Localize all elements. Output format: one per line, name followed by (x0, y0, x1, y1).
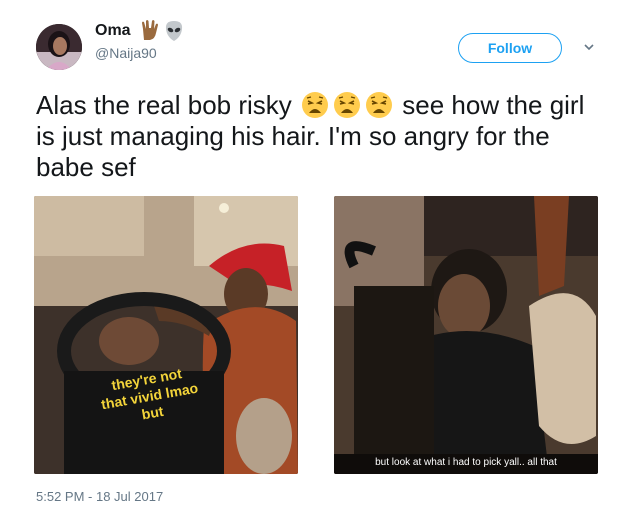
alien-emoji (164, 20, 184, 42)
tweet-photo-1[interactable] (34, 196, 298, 474)
tweet-text-part1: Alas the real bob risky (36, 90, 292, 120)
photo-caption-right: but look at what i had to pick yall.. al… (375, 457, 557, 468)
tweet-photo-2[interactable] (334, 196, 598, 474)
weary-face-emoji (333, 91, 361, 119)
weary-face-emoji (301, 91, 329, 119)
weary-face-emoji (365, 91, 393, 119)
tweet-card: Oma @Naija90 Follow Alas the real bob ri… (0, 0, 632, 514)
chevron-down-icon[interactable] (582, 40, 596, 54)
follow-button[interactable]: Follow (458, 33, 562, 63)
vulcan-salute-emoji (140, 19, 160, 41)
tweet-text: Alas the real bob risky see how the girl… (36, 90, 606, 183)
display-name[interactable]: Oma (95, 22, 131, 40)
avatar[interactable] (36, 24, 82, 70)
username[interactable]: @Naija90 (95, 45, 157, 61)
tweet-timestamp[interactable]: 5:52 PM - 18 Jul 2017 (36, 489, 163, 504)
